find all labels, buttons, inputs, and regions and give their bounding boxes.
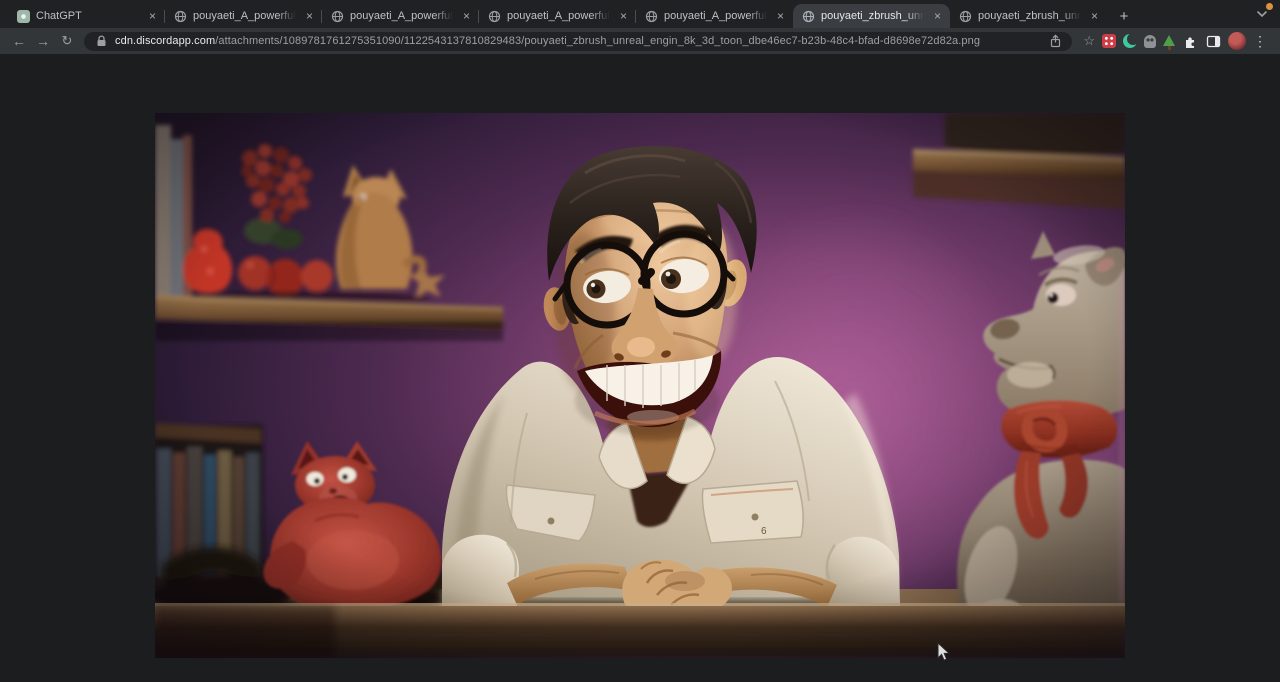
share-icon[interactable] (1047, 33, 1063, 49)
tab-label: pouyaeti_A_powerful_modern (193, 10, 296, 22)
tab-powerful-modern-4[interactable]: pouyaeti_A_powerful_modern × (636, 4, 793, 28)
side-panel-icon[interactable] (1205, 33, 1221, 49)
new-tab-button[interactable]: + (1111, 4, 1137, 28)
tab-label: pouyaeti_A_powerful_modern (507, 10, 610, 22)
tab-close-icon[interactable]: × (459, 9, 474, 24)
tab-powerful-modern-2[interactable]: pouyaeti_A_powerful_modern × (322, 4, 479, 28)
reload-button[interactable]: ↻ (56, 28, 78, 54)
extensions-puzzle-icon[interactable] (1182, 33, 1198, 49)
update-notification-dot (1266, 3, 1273, 10)
globe-favicon (802, 10, 815, 23)
tab-label: ChatGPT (36, 10, 139, 22)
globe-favicon (174, 10, 187, 23)
lock-icon (93, 33, 109, 49)
tab-zbrush-unreal-active[interactable]: pouyaeti_zbrush_unreal_engin × (793, 4, 950, 28)
forward-button[interactable]: → (32, 28, 54, 54)
extension-tree-icon[interactable] (1163, 35, 1175, 46)
extension-red-grid-icon[interactable] (1102, 34, 1116, 48)
url-text: cdn.discordapp.com/attachments/108978176… (115, 35, 1041, 47)
tab-search-chevron-icon[interactable] (1256, 9, 1268, 19)
tab-label: pouyaeti_A_powerful_modern (350, 10, 453, 22)
dark-reader-moon-icon[interactable] (1123, 34, 1137, 48)
tab-close-icon[interactable]: × (616, 9, 631, 24)
globe-favicon (645, 10, 658, 23)
page-content: 6 (0, 54, 1280, 682)
extension-ghost-icon[interactable] (1144, 35, 1156, 48)
tab-close-icon[interactable]: × (1087, 9, 1102, 24)
profile-avatar[interactable] (1228, 32, 1246, 50)
url-path: /attachments/1089781761275351090/1122543… (215, 35, 980, 47)
mouse-cursor (936, 642, 950, 662)
chatgpt-favicon (17, 10, 30, 23)
tab-close-icon[interactable]: × (145, 9, 160, 24)
tab-strip: ChatGPT × pouyaeti_A_powerful_modern × p… (0, 0, 1280, 28)
tab-powerful-modern-3[interactable]: pouyaeti_A_powerful_modern × (479, 4, 636, 28)
tab-label: pouyaeti_A_powerful_modern (664, 10, 767, 22)
vignette (155, 113, 1125, 658)
tab-label: pouyaeti_zbrush_unreal_engin (978, 10, 1081, 22)
bookmark-star-icon[interactable]: ☆ (1083, 33, 1095, 49)
menu-dots-icon[interactable]: ⋮ (1253, 33, 1267, 50)
address-bar[interactable]: cdn.discordapp.com/attachments/108978176… (84, 32, 1072, 51)
url-domain: cdn.discordapp.com (115, 35, 215, 47)
tab-label: pouyaeti_zbrush_unreal_engin (821, 10, 924, 22)
tab-powerful-modern-1[interactable]: pouyaeti_A_powerful_modern × (165, 4, 322, 28)
back-button[interactable]: ← (8, 28, 30, 54)
globe-favicon (959, 10, 972, 23)
globe-favicon (488, 10, 501, 23)
tab-close-icon[interactable]: × (930, 9, 945, 24)
tab-zbrush-unreal-2[interactable]: pouyaeti_zbrush_unreal_engin × (950, 4, 1107, 28)
tab-close-icon[interactable]: × (773, 9, 788, 24)
globe-favicon (331, 10, 344, 23)
extension-area: ☆ ⋮ (1078, 32, 1272, 50)
viewed-image[interactable]: 6 (155, 113, 1125, 658)
tab-chatgpt[interactable]: ChatGPT × (8, 4, 165, 28)
browser-toolbar: ← → ↻ cdn.discordapp.com/attachments/108… (0, 28, 1280, 54)
tab-close-icon[interactable]: × (302, 9, 317, 24)
